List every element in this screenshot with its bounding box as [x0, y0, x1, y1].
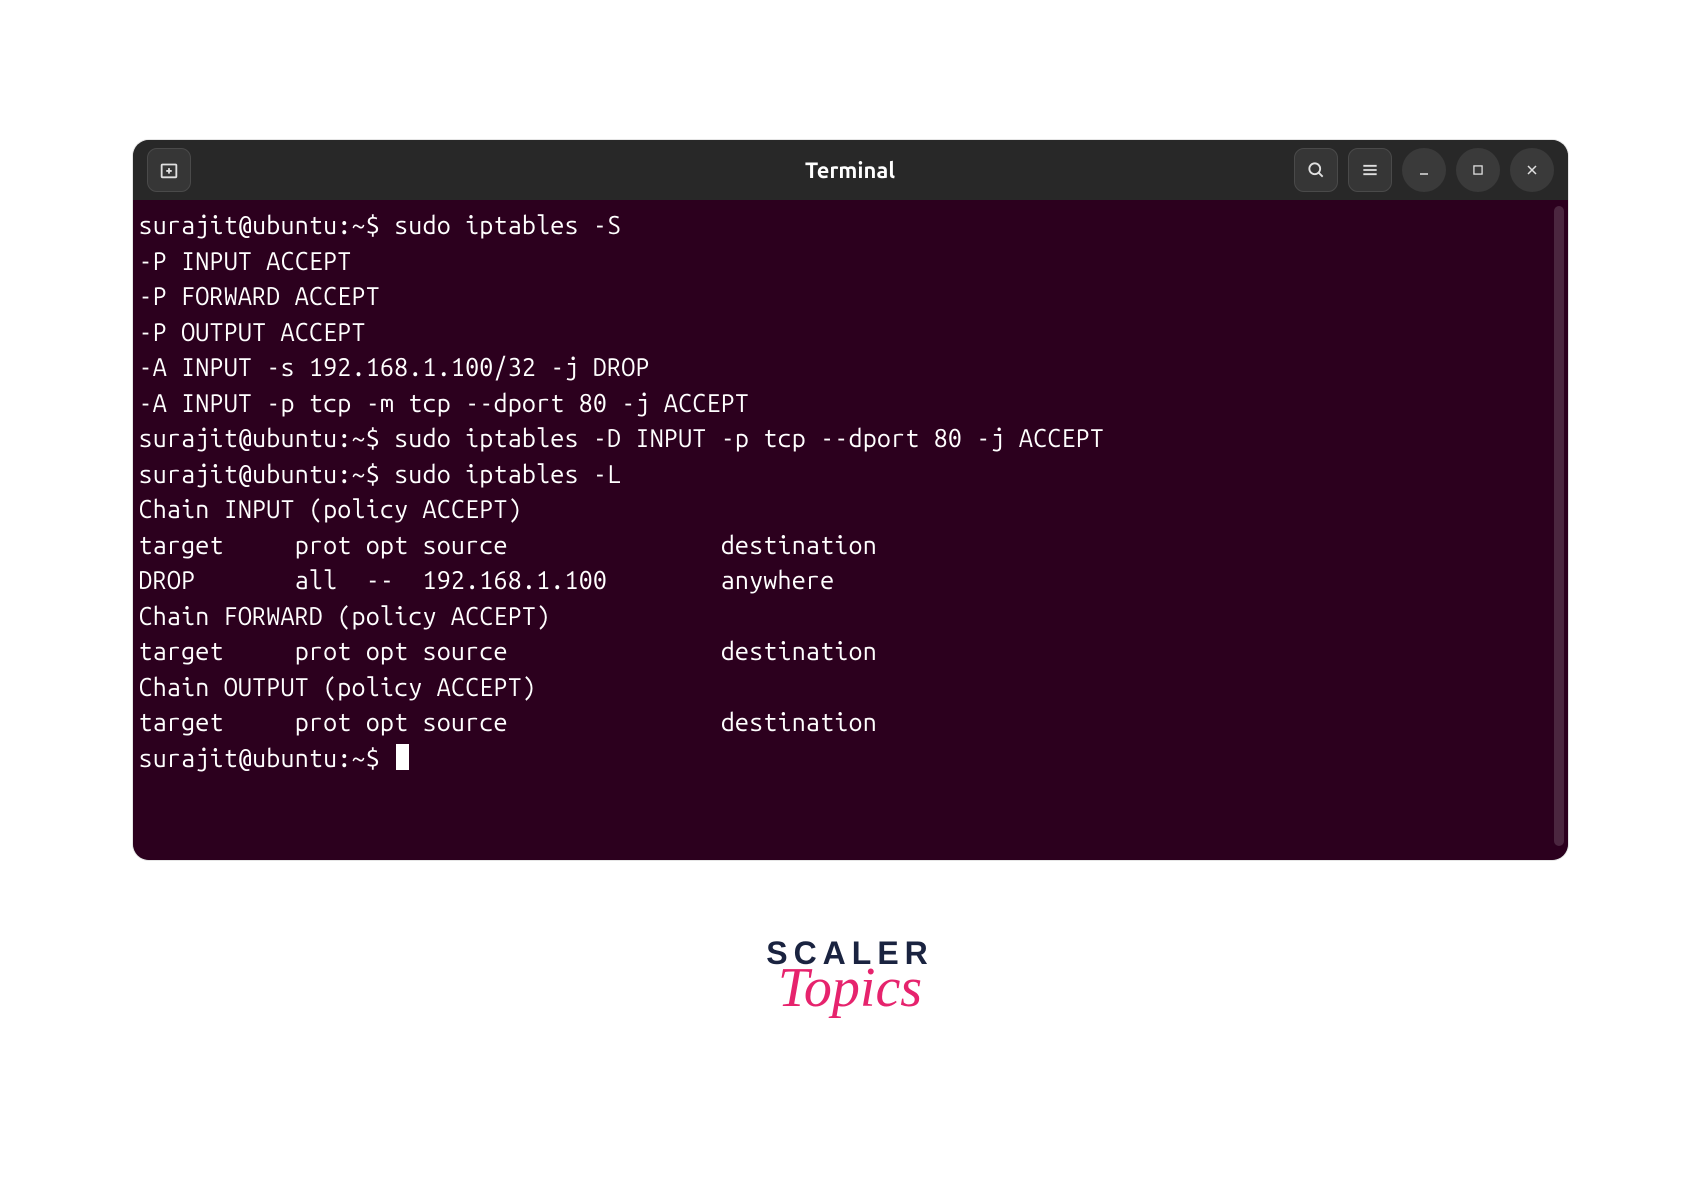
terminal-line: Chain FORWARD (policy ACCEPT) [139, 599, 1562, 635]
menu-button[interactable] [1348, 148, 1392, 192]
logo: SCALER Topics [766, 935, 934, 1020]
close-button[interactable] [1510, 148, 1554, 192]
terminal-prompt-line: surajit@ubuntu:~$ [139, 741, 1562, 777]
new-tab-icon [158, 159, 180, 181]
titlebar-left [147, 148, 191, 192]
terminal-body[interactable]: surajit@ubuntu:~$ sudo iptables -S -P IN… [133, 200, 1568, 860]
window-title: Terminal [805, 158, 895, 183]
cursor [396, 744, 409, 770]
terminal-line: -P INPUT ACCEPT [139, 244, 1562, 280]
hamburger-icon [1360, 160, 1380, 180]
terminal-line: target prot opt source destination [139, 634, 1562, 670]
terminal-line: -A INPUT -s 192.168.1.100/32 -j DROP [139, 350, 1562, 386]
terminal-line: surajit@ubuntu:~$ sudo iptables -S [139, 208, 1562, 244]
maximize-button[interactable] [1456, 148, 1500, 192]
terminal-line: -P OUTPUT ACCEPT [139, 315, 1562, 351]
terminal-line: Chain INPUT (policy ACCEPT) [139, 492, 1562, 528]
terminal-window: Terminal [133, 140, 1568, 860]
maximize-icon [1471, 163, 1485, 177]
titlebar: Terminal [133, 140, 1568, 200]
titlebar-right [1294, 148, 1554, 192]
close-icon [1524, 162, 1540, 178]
scrollbar[interactable] [1554, 206, 1564, 846]
terminal-line: -P FORWARD ACCEPT [139, 279, 1562, 315]
search-icon [1306, 160, 1326, 180]
terminal-line: target prot opt source destination [139, 705, 1562, 741]
minimize-button[interactable] [1402, 148, 1446, 192]
terminal-line: surajit@ubuntu:~$ sudo iptables -D INPUT… [139, 421, 1562, 457]
terminal-line: target prot opt source destination [139, 528, 1562, 564]
terminal-line: surajit@ubuntu:~$ sudo iptables -L [139, 457, 1562, 493]
terminal-prompt-text: surajit@ubuntu:~$ [139, 744, 395, 772]
terminal-line: DROP all -- 192.168.1.100 anywhere [139, 563, 1562, 599]
logo-subtitle: Topics [778, 956, 922, 1020]
new-tab-button[interactable] [147, 148, 191, 192]
minimize-icon [1416, 162, 1432, 178]
terminal-line: Chain OUTPUT (policy ACCEPT) [139, 670, 1562, 706]
terminal-line: -A INPUT -p tcp -m tcp --dport 80 -j ACC… [139, 386, 1562, 422]
search-button[interactable] [1294, 148, 1338, 192]
